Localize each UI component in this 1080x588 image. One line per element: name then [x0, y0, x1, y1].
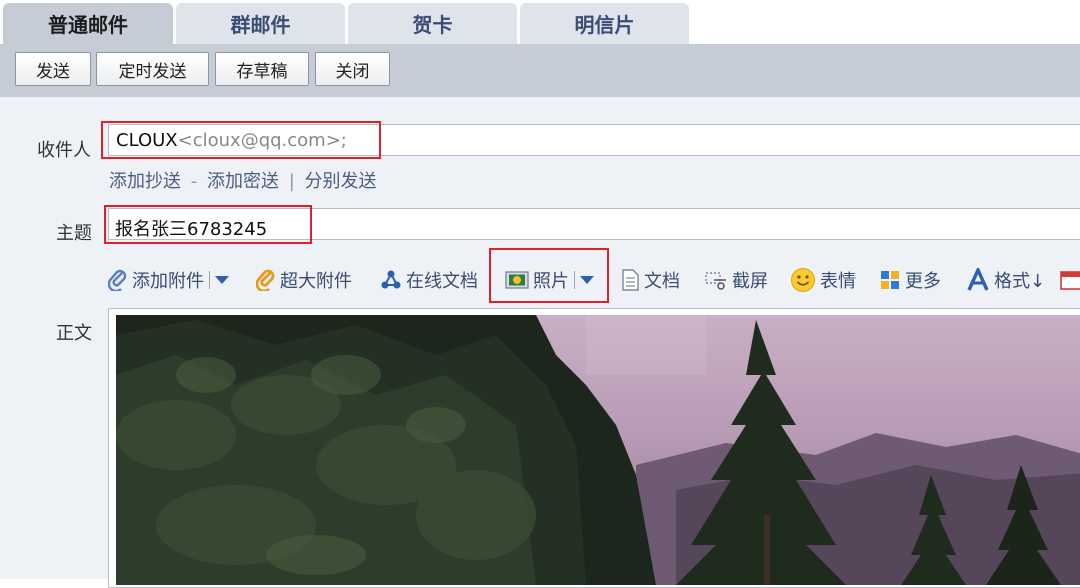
tab-label: 明信片	[574, 13, 635, 37]
document-label: 文档	[644, 271, 680, 292]
emoticon-button[interactable]: 表情	[790, 266, 856, 294]
large-attachment-button[interactable]: 超大附件	[256, 266, 352, 294]
format-button[interactable]: 格式↓	[966, 266, 1045, 294]
online-document-button[interactable]: 在线文档	[380, 266, 478, 294]
paperclip-icon	[108, 269, 127, 291]
recipient-highlight-box	[101, 121, 381, 159]
format-a-icon	[967, 268, 989, 291]
send-button[interactable]: 发送	[15, 52, 91, 86]
pine-forest-image	[116, 315, 1080, 585]
format-label: 格式↓	[994, 271, 1046, 292]
tab-postcard[interactable]: 明信片	[520, 3, 689, 44]
separate-send-link[interactable]: 分别发送	[305, 171, 377, 192]
link-separator: -	[190, 171, 198, 192]
subject-label: 主题	[56, 223, 92, 244]
divider	[209, 271, 210, 289]
tab-label: 群邮件	[230, 13, 291, 37]
add-bcc-link[interactable]: 添加密送	[207, 171, 279, 192]
compose-tabs: 普通邮件 群邮件 贺卡 明信片	[0, 0, 1080, 44]
more-button[interactable]: 更多	[879, 266, 941, 294]
calendar-icon	[1060, 271, 1080, 290]
grid-icon	[881, 271, 899, 289]
screenshot-label: 截屏	[732, 271, 768, 292]
emoticon-label: 表情	[820, 271, 856, 292]
calendar-button[interactable]	[1060, 266, 1080, 294]
smiley-icon	[791, 268, 815, 292]
share-nodes-icon	[381, 270, 401, 289]
document-button[interactable]: 文档	[620, 266, 680, 294]
recipient-label: 收件人	[37, 140, 91, 161]
add-attachment-label: 添加附件	[132, 271, 204, 292]
online-document-label: 在线文档	[406, 271, 478, 292]
recipient-links: 添加抄送 - 添加密送 | 分别发送	[109, 167, 377, 193]
tab-label: 普通邮件	[48, 13, 128, 37]
close-button[interactable]: 关闭	[315, 52, 390, 86]
subject-highlight-box	[104, 205, 312, 244]
add-attachment-button[interactable]: 添加附件	[108, 266, 229, 294]
screenshot-button[interactable]: 截屏	[704, 266, 768, 294]
tab-normal-mail[interactable]: 普通邮件	[3, 3, 173, 44]
photo-highlight-box	[489, 248, 609, 303]
add-cc-link[interactable]: 添加抄送	[109, 171, 181, 192]
large-attachment-label: 超大附件	[280, 271, 352, 292]
attachment-dropdown-icon[interactable]	[215, 276, 229, 284]
scheduled-send-button[interactable]: 定时发送	[96, 52, 209, 86]
tab-greeting-card[interactable]: 贺卡	[348, 3, 517, 44]
more-label: 更多	[905, 271, 941, 292]
body-photo	[116, 315, 1080, 585]
link-divider: |	[288, 171, 295, 192]
large-paperclip-icon	[256, 269, 275, 291]
scissors-icon	[705, 272, 726, 290]
tab-group-mail[interactable]: 群邮件	[176, 3, 345, 44]
action-toolbar: 发送 定时发送 存草稿 关闭	[0, 44, 1080, 97]
body-label: 正文	[56, 323, 92, 344]
document-icon	[622, 269, 639, 291]
save-draft-button[interactable]: 存草稿	[215, 52, 309, 86]
tab-label: 贺卡	[412, 13, 453, 37]
